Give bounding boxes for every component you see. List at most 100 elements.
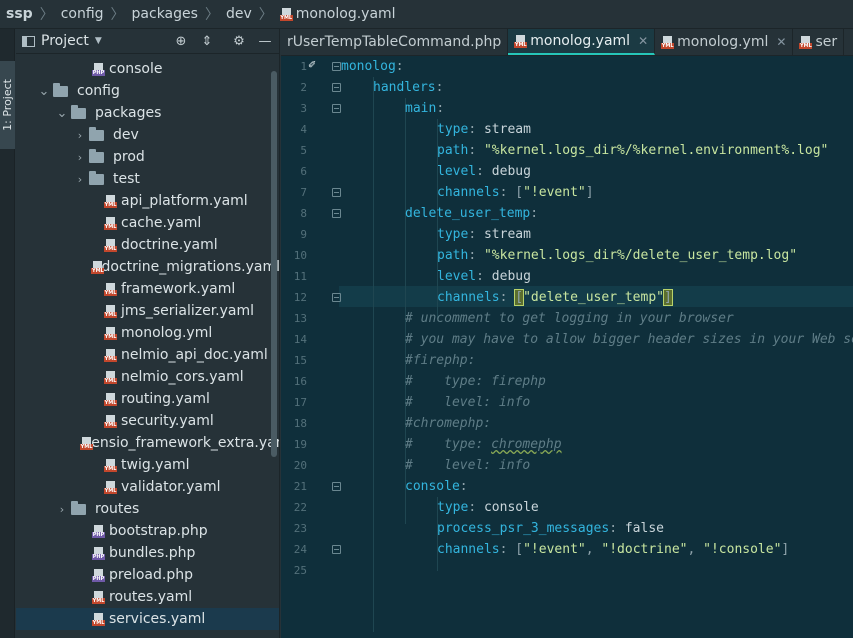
project-tool-tab[interactable]: 1: Project (0, 61, 15, 149)
tree-file[interactable]: YML cache.yaml (16, 212, 279, 234)
code-line[interactable]: level: debug (437, 161, 531, 182)
code-line[interactable]: # uncomment to get logging in your brows… (405, 308, 734, 329)
line-number: 6 (300, 165, 307, 178)
tree-file[interactable]: YML framework.yaml (16, 278, 279, 300)
tree-item-label: nelmio_cors.yaml (121, 369, 244, 385)
code-line[interactable]: console: (405, 476, 468, 497)
chevron-right-icon[interactable]: › (74, 151, 86, 164)
code-editor[interactable]: ✐ 1 2 3 4 5 6 7 8 9 10 11 12 13 14 15 16 17 18 19 20 21 22 23 2… (281, 56, 853, 638)
tree-folder[interactable]: › dev (16, 124, 279, 146)
yaml-punct: : (459, 479, 468, 494)
chevron-down-icon[interactable]: ⌄ (56, 106, 68, 121)
code-line[interactable]: # type: firephp (405, 371, 546, 392)
tree-file[interactable]: YML doctrine.yaml (16, 234, 279, 256)
editor-tab[interactable]: YML ser (793, 29, 845, 55)
tree-file[interactable]: PHP bootstrap.php (16, 520, 279, 542)
locate-file-icon[interactable]: ⊕ (173, 33, 189, 49)
fold-open-icon[interactable] (332, 83, 341, 92)
yaml-key: type (437, 227, 469, 242)
code-line[interactable]: #chromephp: (405, 413, 491, 434)
chevron-right-icon[interactable]: › (56, 503, 68, 516)
tree-file[interactable]: YML nelmio_api_doc.yaml (16, 344, 279, 366)
code-line[interactable]: path: "%kernel.logs_dir%/delete_user_tem… (437, 245, 797, 266)
chevron-right-icon[interactable]: › (74, 173, 86, 186)
tree-file[interactable]: YML doctrine_migrations.yaml (16, 256, 279, 278)
close-icon[interactable]: ✕ (776, 35, 786, 49)
tree-file[interactable]: PHP bundles.php (16, 542, 279, 564)
editor-tab[interactable]: YML monolog.yml ✕ (655, 29, 794, 55)
fold-open-icon[interactable] (332, 104, 341, 113)
code-line[interactable]: process_psr_3_messages: false (437, 518, 664, 539)
tree-file[interactable]: YML nelmio_cors.yaml (16, 366, 279, 388)
tree-item-label: validator.yaml (121, 479, 221, 495)
yaml-comment: # uncomment to get logging in your brows… (405, 311, 734, 326)
code-line[interactable]: #firephp: (405, 350, 475, 371)
tree-file[interactable]: YML routing.yaml (16, 388, 279, 410)
tree-scrollbar[interactable] (271, 71, 277, 457)
breadcrumb-item[interactable]: dev (226, 6, 252, 22)
close-icon[interactable]: ✕ (638, 34, 648, 48)
tree-file[interactable]: YML security.yaml (16, 410, 279, 432)
yaml-value: false (624, 521, 664, 536)
project-panel-title[interactable]: Project (41, 33, 89, 49)
tree-folder[interactable]: › routes (16, 498, 279, 520)
breadcrumb-item[interactable]: packages (132, 6, 198, 22)
tree-file[interactable]: PHP console (16, 58, 279, 80)
yml-file-icon: YML (104, 480, 117, 494)
fold-open-icon[interactable] (332, 482, 341, 491)
code-line[interactable]: type: console (437, 497, 539, 518)
line-number: 10 (293, 249, 307, 262)
code-line[interactable]: path: "%kernel.logs_dir%/%kernel.environ… (437, 140, 828, 161)
tree-file[interactable]: YML services.yaml (16, 608, 279, 630)
tree-file[interactable]: YML validator.yaml (16, 476, 279, 498)
fold-open-icon[interactable] (332, 209, 341, 218)
tree-folder[interactable]: ⌄ config (16, 80, 279, 102)
code-line[interactable]: # type: chromephp (405, 434, 562, 455)
code-line[interactable]: monolog: (341, 56, 404, 77)
chevron-right-icon[interactable]: › (74, 129, 86, 142)
editor-tab[interactable]: rUserTempTableCommand.php (281, 29, 509, 55)
yml-file-icon: YML (514, 34, 528, 48)
tree-folder[interactable]: › prod (16, 146, 279, 168)
yaml-punct: : (499, 290, 516, 305)
tree-folder[interactable]: › test (16, 168, 279, 190)
tree-file[interactable]: YML twig.yaml (16, 454, 279, 476)
tree-item-label: test (113, 171, 140, 187)
code-line[interactable]: main: (405, 98, 444, 119)
tree-file[interactable]: YML jms_serializer.yaml (16, 300, 279, 322)
editor-tab[interactable]: YML monolog.yaml ✕ (508, 29, 656, 55)
tree-folder[interactable]: ⌄ packages (16, 102, 279, 124)
breadcrumb-item[interactable]: YML monolog.yaml (279, 6, 396, 22)
fold-open-icon[interactable] (332, 62, 341, 71)
chevron-down-icon[interactable]: ⌄ (38, 84, 50, 99)
code-line[interactable]: channels: ["!event", "!doctrine", "!cons… (437, 539, 789, 560)
code-line[interactable]: channels: ["!event"] (437, 182, 594, 203)
code-line[interactable]: channels: ["delete_user_temp"] (437, 287, 673, 308)
tree-file[interactable]: YML sensio_framework_extra.yaml (16, 432, 279, 454)
code-line[interactable]: # level: info (405, 392, 530, 413)
fold-close-icon[interactable] (332, 188, 341, 197)
code-line[interactable]: type: stream (437, 119, 531, 140)
code-line[interactable]: type: stream (437, 224, 531, 245)
breadcrumb-item[interactable]: ssp (6, 6, 33, 22)
code-line[interactable]: delete_user_temp: (405, 203, 538, 224)
gear-icon[interactable]: ⚙ (231, 33, 247, 49)
fold-close-icon[interactable] (332, 293, 341, 302)
tree-file[interactable]: YML monolog.yml (16, 322, 279, 344)
hide-panel-icon[interactable]: — (257, 33, 273, 49)
chevron-down-icon[interactable]: ▼ (95, 36, 102, 46)
code-line[interactable]: # level: info (405, 455, 530, 476)
tree-file[interactable]: PHP preload.php (16, 564, 279, 586)
breadcrumb-item[interactable]: config (61, 6, 104, 22)
tree-file[interactable]: YML api_platform.yaml (16, 190, 279, 212)
fold-close-icon[interactable] (332, 545, 341, 554)
tree-file[interactable]: YML routes.yaml (16, 586, 279, 608)
collapse-all-icon[interactable]: ⇕ (199, 33, 215, 49)
code-line[interactable]: # you may have to allow bigger header si… (405, 329, 853, 350)
code-line[interactable]: handlers: (373, 77, 443, 98)
code-line[interactable]: level: debug (437, 266, 531, 287)
tree-item-label: routes.yaml (109, 589, 193, 605)
yaml-value: stream (483, 227, 531, 242)
gutter-marker-icon[interactable]: ✐ (308, 60, 320, 72)
breadcrumb-item-label: config (60, 6, 104, 22)
